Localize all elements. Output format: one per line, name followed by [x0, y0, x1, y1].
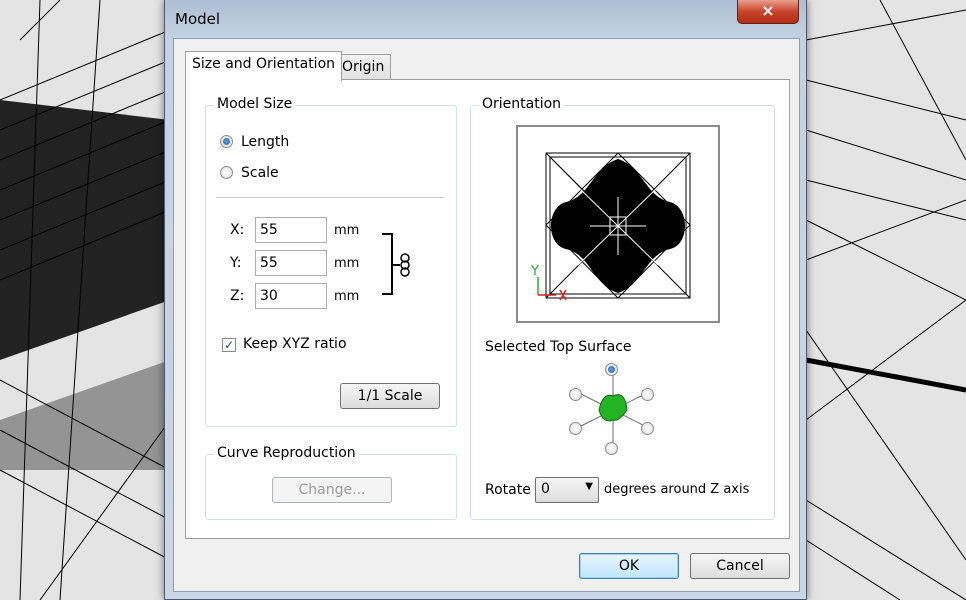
surface-cube-icon [598, 394, 628, 422]
model-size-legend: Model Size [214, 96, 296, 112]
rotate-label: Rotate [485, 482, 531, 498]
cancel-button[interactable]: Cancel [690, 553, 790, 579]
model-preview[interactable]: Y [516, 125, 720, 323]
tab-size-and-orientation[interactable]: Size and Orientation [185, 51, 343, 81]
y-unit: mm [334, 256, 360, 271]
curve-reproduction-group: Curve Reproduction Change... [205, 445, 457, 520]
model-preview-image: Y [530, 152, 691, 301]
radio-scale-label: Scale [241, 165, 279, 181]
tab-label: Origin [342, 59, 385, 75]
orientation-group: Orientation Y Selected Top Surface Rotat… [470, 96, 775, 520]
tab-panel: Model Size Length Scale X: mm Y: mm Z: [185, 79, 790, 539]
keep-xyz-ratio-checkbox[interactable]: ✓ [222, 338, 236, 352]
close-button[interactable]: × [737, 0, 799, 24]
tab-label: Size and Orientation [192, 56, 336, 72]
rotate-suffix-label: degrees around Z axis [604, 482, 750, 497]
surface-front-left-radio[interactable] [569, 388, 582, 401]
dialog-client-area: Size and Orientation Origin Model Size L… [173, 38, 800, 592]
x-unit: mm [334, 223, 360, 238]
radio-length-indicator[interactable] [220, 135, 233, 148]
one-to-one-scale-button[interactable]: 1/1 Scale [340, 383, 440, 409]
z-size-input[interactable] [255, 283, 327, 309]
link-chain-icon[interactable] [378, 232, 418, 302]
x-size-input[interactable] [255, 217, 327, 243]
selected-top-surface-label: Selected Top Surface [485, 339, 632, 355]
surface-back-left-radio[interactable] [569, 422, 582, 435]
surface-front-right-radio[interactable] [641, 388, 654, 401]
radio-scale-indicator[interactable] [220, 166, 233, 179]
separator [216, 197, 444, 198]
ok-button[interactable]: OK [579, 553, 679, 579]
keep-xyz-ratio-label: Keep XYZ ratio [243, 336, 347, 352]
tab-origin[interactable]: Origin [335, 54, 392, 80]
dialog-title: Model [175, 10, 221, 28]
x-label: X: [230, 222, 245, 238]
y-label: Y: [230, 255, 242, 271]
change-button[interactable]: Change... [272, 477, 392, 503]
model-size-group: Model Size Length Scale X: mm Y: mm Z: [205, 96, 457, 427]
radio-length-label: Length [241, 134, 290, 150]
y-size-input[interactable] [255, 250, 327, 276]
preview-axis-y-label: Y [530, 264, 539, 279]
rotate-select-value: 0 [541, 481, 550, 497]
chevron-down-icon: ▼ [585, 481, 593, 492]
surface-back-right-radio[interactable] [641, 422, 654, 435]
orientation-legend: Orientation [479, 96, 565, 112]
model-dialog: Model × Size and Orientation Origin Mode… [164, 0, 807, 600]
z-label: Z: [230, 288, 245, 304]
surface-bottom-radio[interactable] [605, 442, 618, 455]
curve-reproduction-legend: Curve Reproduction [214, 445, 359, 461]
title-bar[interactable]: Model × [165, 0, 806, 38]
close-icon: × [761, 1, 775, 20]
rotate-select[interactable]: 0 ▼ [535, 477, 599, 503]
surface-top-radio[interactable] [605, 363, 618, 376]
z-unit: mm [334, 289, 360, 304]
